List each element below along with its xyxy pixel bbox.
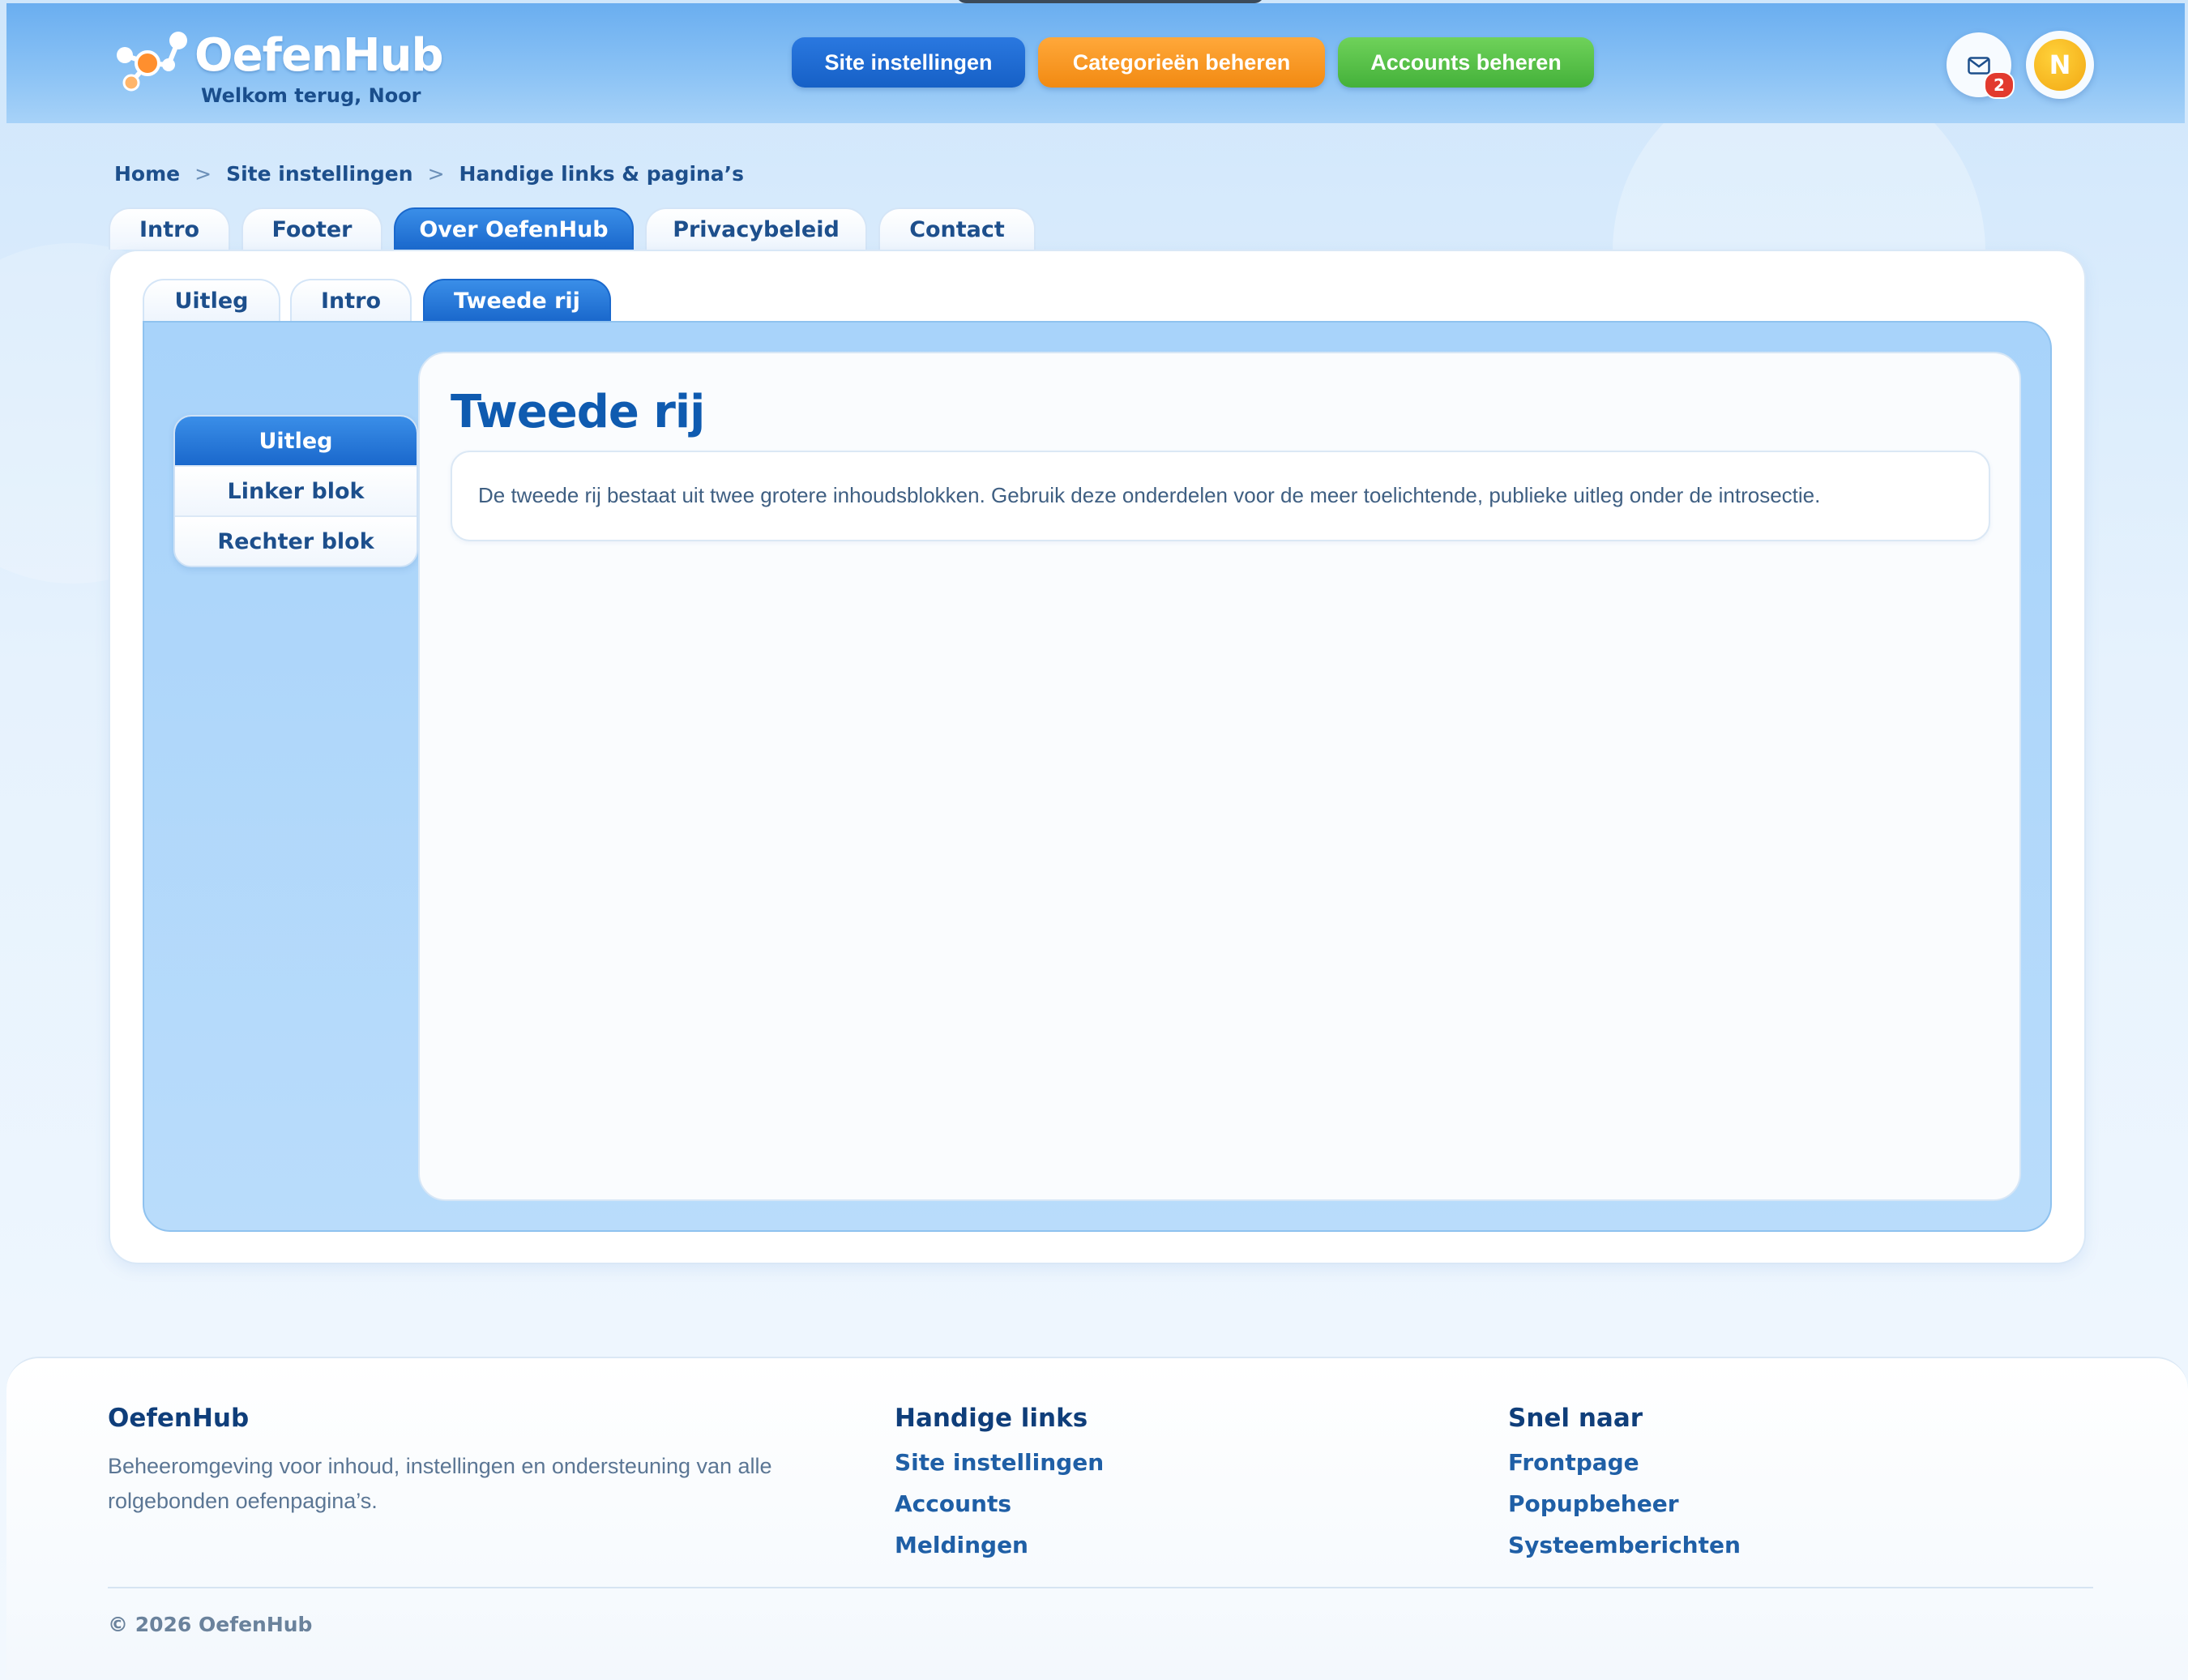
site-footer: OefenHub Beheeromgeving voor inhoud, ins…: [6, 1357, 2188, 1679]
site-header: OefenHub Welkom terug, Noor Site instell…: [6, 3, 2185, 123]
messages-button[interactable]: 2: [1947, 32, 2015, 99]
user-avatar-button[interactable]: N: [2026, 31, 2094, 99]
manage-categories-button[interactable]: Categorieën beheren: [1038, 37, 1325, 88]
footer-links: Handige links Site instellingen Accounts…: [895, 1404, 1104, 1573]
logo-text: OefenHub: [194, 29, 444, 82]
footer-link-frontpage[interactable]: Frontpage: [1508, 1449, 1741, 1490]
content-panel: Tweede rij De tweede rij bestaat uit twe…: [418, 352, 2021, 1201]
description-text: De tweede rij bestaat uit twee grotere i…: [478, 483, 1821, 507]
footer-divider: [108, 1587, 2093, 1588]
breadcrumb-site-settings[interactable]: Site instellingen: [226, 162, 413, 186]
sidenav-item-rechter-blok[interactable]: Rechter blok: [175, 515, 417, 566]
footer-quick-title: Snel naar: [1508, 1404, 1643, 1433]
tab-over-oefenhub[interactable]: Over OefenHub: [394, 207, 634, 250]
footer-link-meldingen[interactable]: Meldingen: [895, 1532, 1104, 1573]
section-sidenav: Uitleg Linker blok Rechter blok: [173, 415, 418, 567]
subtab-tweede-rij[interactable]: Tweede rij: [423, 279, 611, 321]
welcome-text: Welkom terug, Noor: [201, 84, 421, 107]
unread-count-badge: 2: [1984, 71, 2015, 99]
breadcrumb: Home > Site instellingen > Handige links…: [114, 162, 744, 186]
tab-privacybeleid[interactable]: Privacybeleid: [645, 207, 867, 250]
site-settings-button[interactable]: Site instellingen: [792, 37, 1025, 88]
molecule-logo-icon: [117, 32, 187, 92]
footer-copyright: © 2026 OefenHub: [108, 1613, 313, 1636]
logo-link[interactable]: OefenHub Welkom terug, Noor: [112, 21, 444, 110]
sidenav-item-uitleg[interactable]: Uitleg: [175, 417, 417, 465]
breadcrumb-current: Handige links & pagina’s: [459, 162, 745, 186]
tab-footer[interactable]: Footer: [241, 207, 382, 250]
sidenav-item-linker-blok[interactable]: Linker blok: [175, 465, 417, 515]
footer-link-popupbeheer[interactable]: Popupbeheer: [1508, 1490, 1741, 1532]
breadcrumb-home[interactable]: Home: [114, 162, 180, 186]
subtab-uitleg[interactable]: Uitleg: [143, 279, 280, 321]
footer-links-title: Handige links: [895, 1404, 1088, 1433]
footer-link-site-instellingen[interactable]: Site instellingen: [895, 1449, 1104, 1490]
breadcrumb-separator: >: [194, 162, 212, 186]
footer-quick: Snel naar Frontpage Popupbeheer Systeemb…: [1508, 1404, 1741, 1573]
manage-accounts-button[interactable]: Accounts beheren: [1338, 37, 1594, 88]
footer-brand: OefenHub Beheeromgeving voor inhoud, ins…: [108, 1404, 837, 1519]
footer-link-systeemberichten[interactable]: Systeemberichten: [1508, 1532, 1741, 1573]
avatar-initial: N: [2034, 39, 2086, 91]
tab-contact[interactable]: Contact: [878, 207, 1036, 250]
subtab-intro[interactable]: Intro: [290, 279, 412, 321]
footer-brand-text: Beheeromgeving voor inhoud, instellingen…: [108, 1454, 772, 1513]
footer-brand-title: OefenHub: [108, 1404, 250, 1433]
breadcrumb-separator: >: [427, 162, 445, 186]
footer-link-accounts[interactable]: Accounts: [895, 1490, 1104, 1532]
envelope-icon: [1968, 57, 1990, 75]
description-box: De tweede rij bestaat uit twee grotere i…: [451, 451, 1990, 541]
content-title: Tweede rij: [451, 386, 705, 438]
tab-intro[interactable]: Intro: [109, 207, 230, 250]
